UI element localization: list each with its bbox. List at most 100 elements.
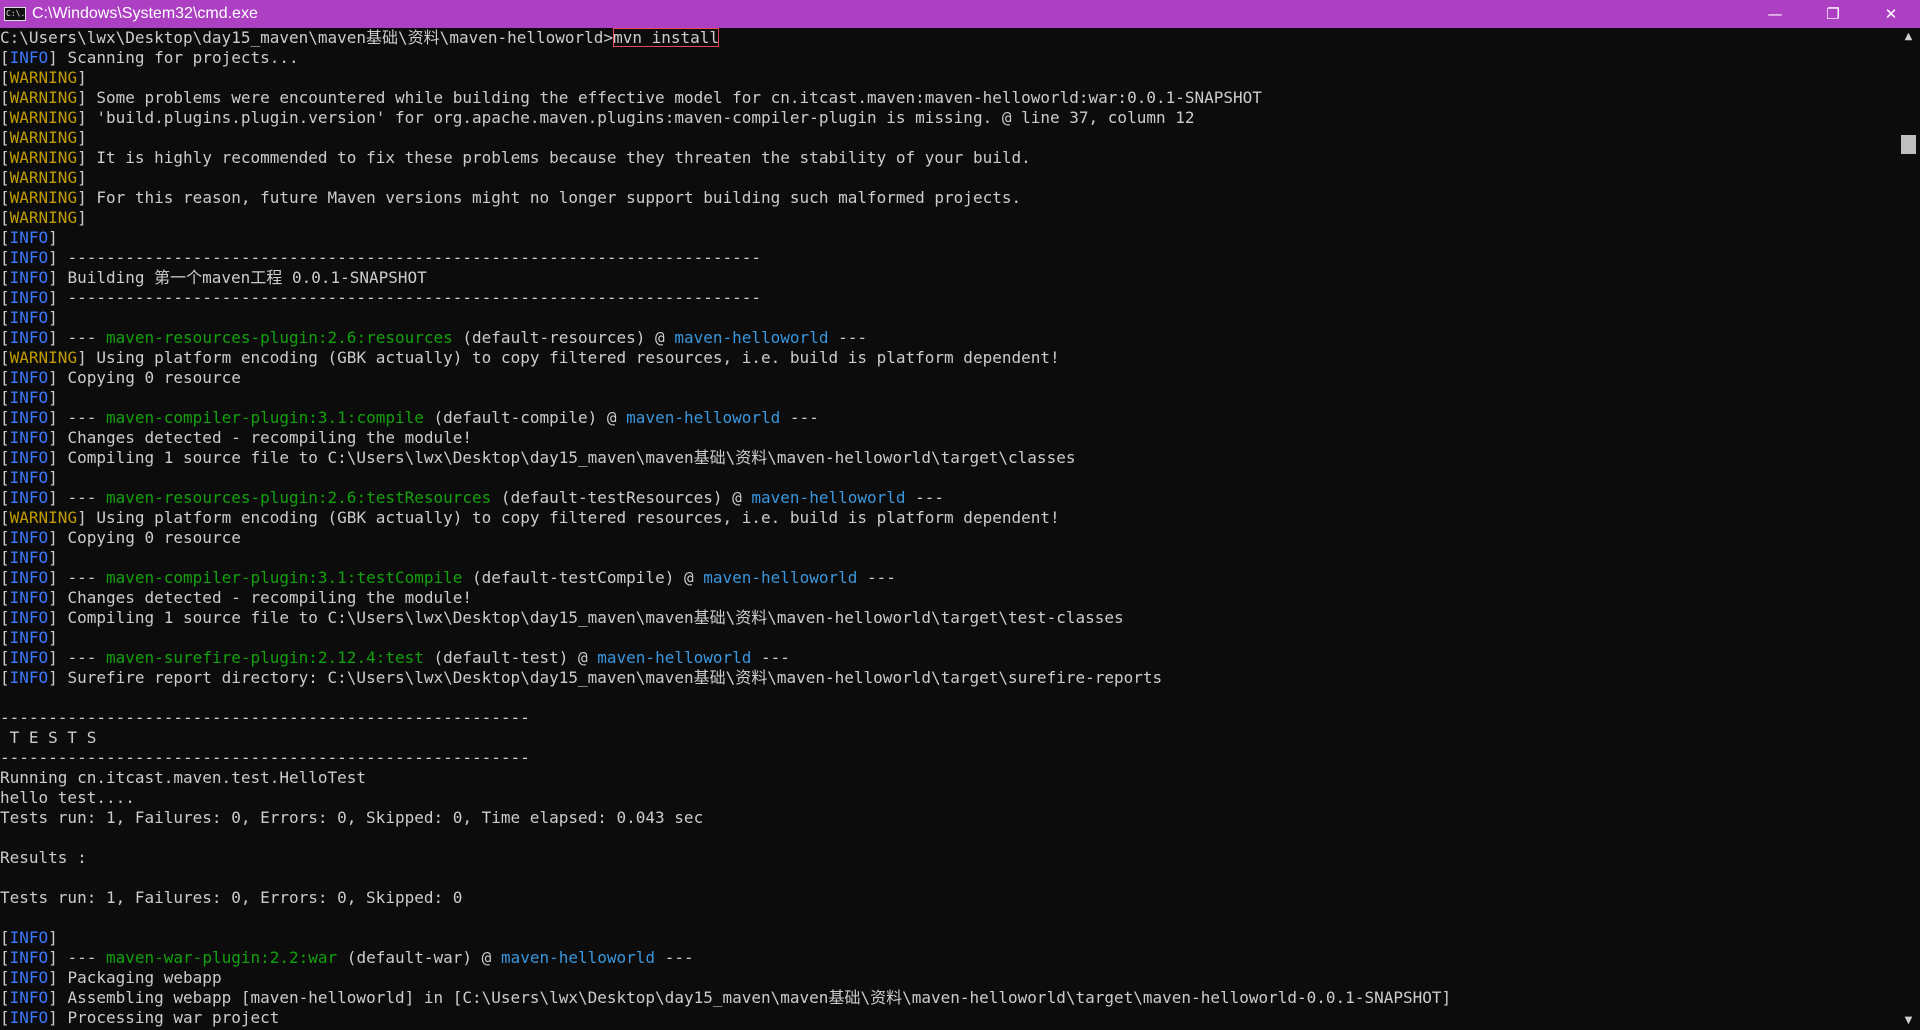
close-icon: ✕ [1884, 5, 1898, 23]
log-text: --- [857, 568, 896, 587]
vertical-scrollbar[interactable]: ▲ ▼ [1897, 28, 1920, 1030]
log-line: [WARNING] [0, 168, 1897, 188]
window-title: C:\Windows\System32\cmd.exe [32, 5, 258, 22]
info-tag: [INFO] [0, 628, 58, 647]
scroll-down-arrow-icon[interactable]: ▼ [1897, 1012, 1920, 1030]
log-text: It is highly recommended to fix these pr… [86, 148, 1031, 167]
log-text: 'build.plugins.plugin.version' for org.a… [86, 108, 1195, 127]
info-tag: [INFO] [0, 968, 58, 987]
maximize-button[interactable]: ❐ [1804, 0, 1862, 28]
cmd-app-icon[interactable]: C:\. [4, 7, 26, 21]
log-text: --- [828, 328, 867, 347]
info-tag: [INFO] [0, 48, 58, 67]
info-tag: [INFO] [0, 368, 58, 387]
log-line: [INFO] Copying 0 resource [0, 368, 1897, 388]
log-line: [INFO] Assembling webapp [maven-hellowor… [0, 988, 1897, 1008]
info-tag: [INFO] [0, 988, 58, 1007]
warning-tag: [WARNING] [0, 508, 87, 527]
plugin-goal: maven-surefire-plugin:2.12.4:test [105, 648, 424, 667]
log-line: [WARNING] [0, 68, 1897, 88]
log-line: [INFO] [0, 628, 1897, 648]
log-line: [INFO] Surefire report directory: C:\Use… [0, 668, 1897, 688]
log-text: ----------------------------------------… [57, 288, 762, 307]
log-line: [WARNING] For this reason, future Maven … [0, 188, 1897, 208]
artifact-id: maven-helloworld [751, 488, 906, 507]
log-line: Running cn.itcast.maven.test.HelloTest [0, 768, 1897, 788]
log-text: Using platform encoding (GBK actually) t… [86, 348, 1060, 367]
log-text: Packaging webapp [57, 968, 222, 987]
plugin-goal: maven-compiler-plugin:3.1:testCompile [105, 568, 463, 587]
log-text: Results : [0, 848, 87, 867]
info-tag: [INFO] [0, 268, 58, 287]
log-line: [WARNING] It is highly recommended to fi… [0, 148, 1897, 168]
log-line: [INFO] --- maven-war-plugin:2.2:war (def… [0, 948, 1897, 968]
log-text: Using platform encoding (GBK actually) t… [86, 508, 1060, 527]
log-line: [INFO] Compiling 1 source file to C:\Use… [0, 448, 1897, 468]
scrollbar-thumb[interactable] [1901, 135, 1916, 154]
minimize-icon: — [1767, 5, 1783, 23]
log-text: Processing war project [57, 1008, 280, 1027]
info-tag: [INFO] [0, 248, 58, 267]
log-text: ----------------------------------------… [57, 248, 762, 267]
log-text: (default-test) @ [423, 648, 598, 667]
prompt-line: C:\Users\lwx\Desktop\day15_maven\maven基础… [0, 28, 1897, 48]
info-tag: [INFO] [0, 608, 58, 627]
log-line: [WARNING] [0, 128, 1897, 148]
info-tag: [INFO] [0, 408, 58, 427]
artifact-id: maven-helloworld [626, 408, 781, 427]
log-line: ----------------------------------------… [0, 708, 1897, 728]
log-text: ----------------------------------------… [0, 748, 530, 767]
title-bar[interactable]: C:\. C:\Windows\System32\cmd.exe — ❐ ✕ [0, 0, 1920, 28]
minimize-button[interactable]: — [1746, 0, 1804, 28]
info-tag: [INFO] [0, 388, 58, 407]
log-lines: [INFO] Scanning for projects... [WARNING]… [0, 48, 1897, 1028]
info-tag: [INFO] [0, 648, 58, 667]
log-text: ----------------------------------------… [0, 708, 530, 727]
info-tag: [INFO] [0, 228, 58, 247]
log-text: Changes detected - recompiling the modul… [57, 428, 473, 447]
log-text: --- [905, 488, 945, 507]
artifact-id: maven-helloworld [703, 568, 858, 587]
log-line: [INFO] [0, 928, 1897, 948]
artifact-id: maven-helloworld [500, 948, 656, 967]
log-line: [INFO] Scanning for projects... [0, 48, 1897, 68]
log-text: --- [57, 948, 106, 967]
typed-command: mvn install [613, 28, 720, 47]
info-tag: [INFO] [0, 668, 58, 687]
log-line: [INFO] --- maven-surefire-plugin:2.12.4:… [0, 648, 1897, 668]
warning-tag: [WARNING] [0, 208, 87, 227]
warning-tag: [WARNING] [0, 148, 87, 167]
info-tag: [INFO] [0, 928, 58, 947]
log-line: ----------------------------------------… [0, 748, 1897, 768]
log-text: Compiling 1 source file to C:\Users\lwx\… [57, 608, 1124, 627]
log-line: [INFO] Changes detected - recompiling th… [0, 428, 1897, 448]
log-text: --- [57, 408, 106, 427]
plugin-goal: maven-compiler-plugin:3.1:compile [105, 408, 424, 427]
log-text: Changes detected - recompiling the modul… [57, 588, 473, 607]
log-line: [INFO] Packaging webapp [0, 968, 1897, 988]
info-tag: [INFO] [0, 528, 58, 547]
close-button[interactable]: ✕ [1862, 0, 1920, 28]
warning-tag: [WARNING] [0, 188, 87, 207]
log-line: [INFO] [0, 548, 1897, 568]
log-line: Tests run: 1, Failures: 0, Errors: 0, Sk… [0, 808, 1897, 828]
log-line: [INFO] Compiling 1 source file to C:\Use… [0, 608, 1897, 628]
log-line: [WARNING] [0, 208, 1897, 228]
plugin-goal: maven-resources-plugin:2.6:testResources [105, 488, 492, 507]
log-line: hello test.... [0, 788, 1897, 808]
prompt-path: C:\Users\lwx\Desktop\day15_maven\maven基础… [0, 28, 614, 47]
log-line: T E S T S [0, 728, 1897, 748]
terminal-output[interactable]: C:\Users\lwx\Desktop\day15_maven\maven基础… [0, 28, 1897, 1030]
log-text: Running cn.itcast.maven.test.HelloTest [0, 768, 367, 787]
info-tag: [INFO] [0, 1008, 58, 1027]
plugin-goal: maven-war-plugin:2.2:war [105, 948, 338, 967]
window-controls: — ❐ ✕ [1746, 0, 1920, 28]
info-tag: [INFO] [0, 328, 58, 347]
info-tag: [INFO] [0, 548, 58, 567]
log-text: (default-testCompile) @ [462, 568, 704, 587]
warning-tag: [WARNING] [0, 88, 87, 107]
scroll-up-arrow-icon[interactable]: ▲ [1897, 28, 1920, 46]
